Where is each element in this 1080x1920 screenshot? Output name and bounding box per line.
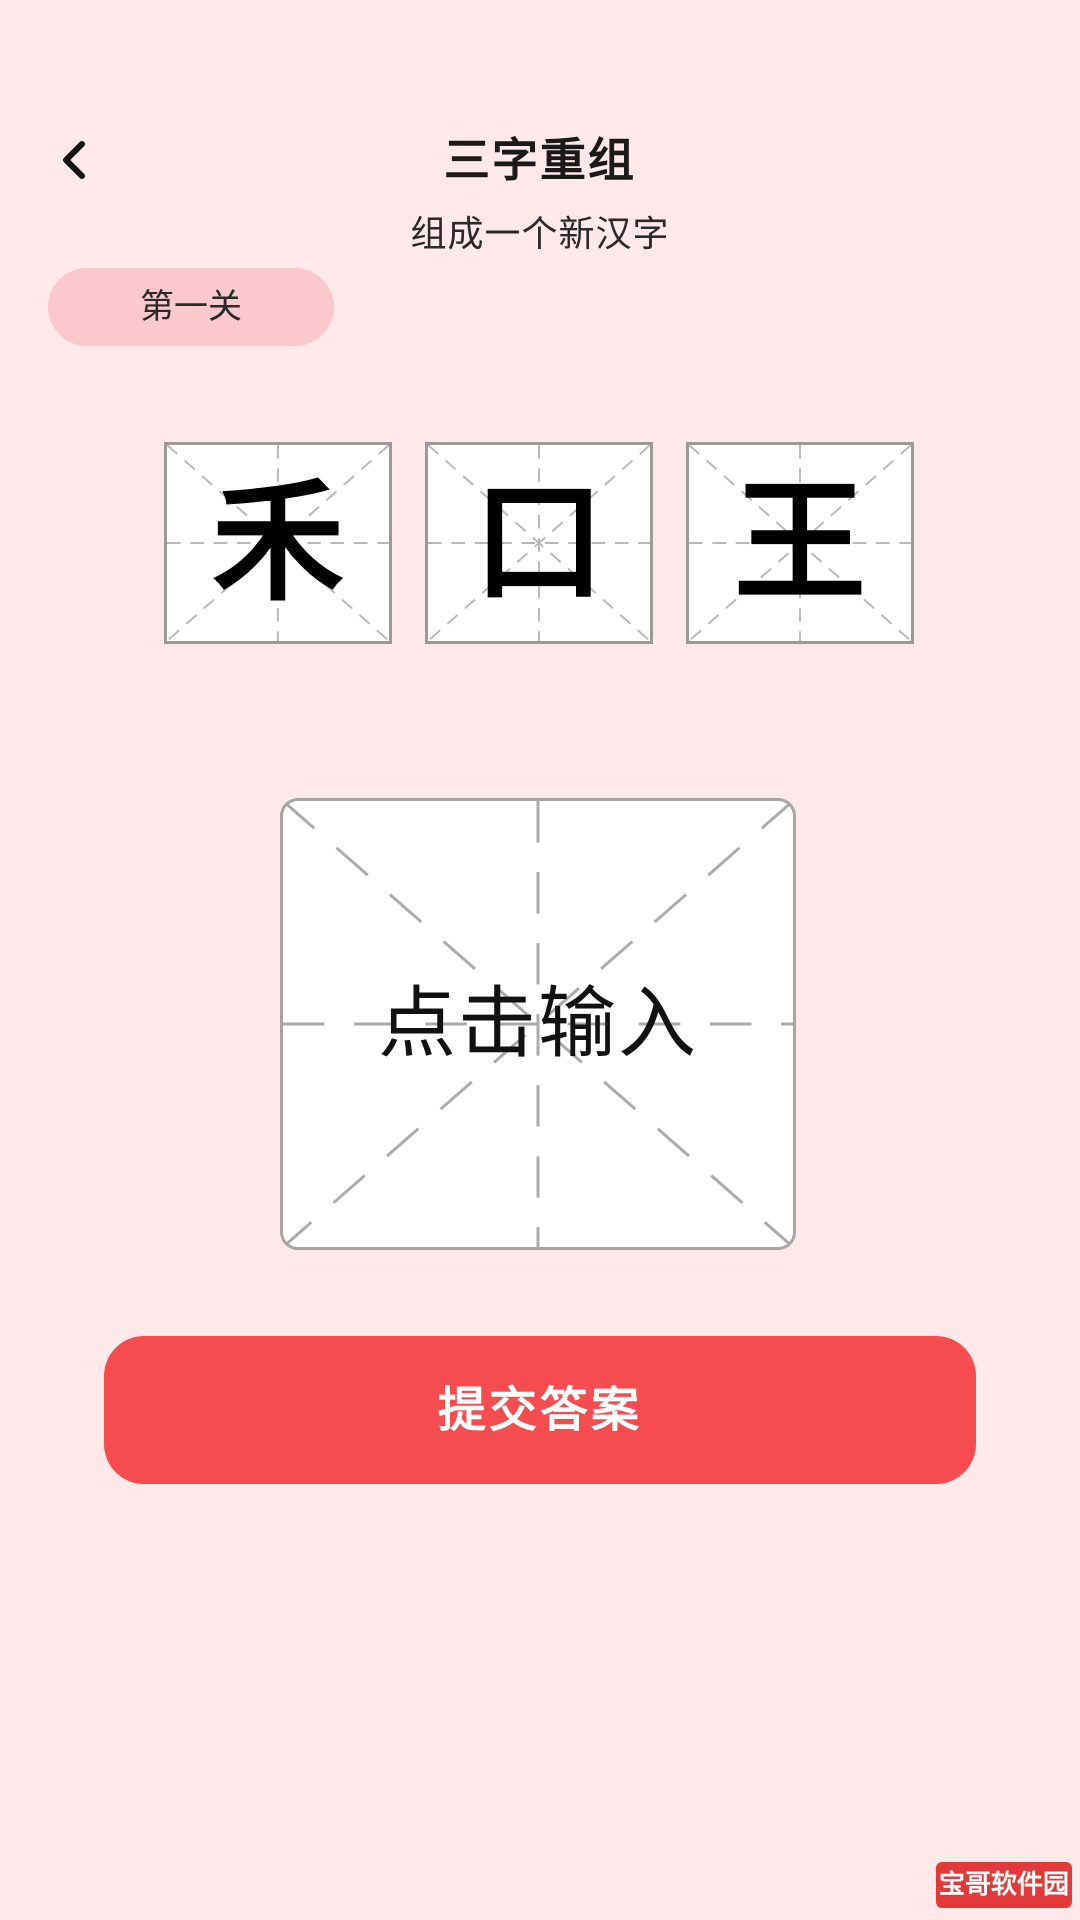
level-badge: 第一关 — [48, 268, 334, 346]
character-tile: 口 — [425, 442, 653, 644]
submit-answer-button[interactable]: 提交答案 — [104, 1336, 976, 1484]
page-subtitle: 组成一个新汉字 — [410, 214, 670, 255]
character-glyph: 口 — [473, 466, 605, 620]
character-tile: 禾 — [164, 442, 392, 644]
character-tile: 王 — [686, 442, 914, 644]
answer-input[interactable]: 点击输入 — [280, 798, 796, 1250]
watermark-logo: 宝哥软件园 — [936, 1862, 1072, 1908]
answer-input-placeholder: 点击输入 — [377, 979, 698, 1069]
page-title: 三字重组 — [444, 133, 636, 187]
character-glyph: 王 — [734, 466, 866, 620]
character-glyph: 禾 — [212, 466, 344, 620]
